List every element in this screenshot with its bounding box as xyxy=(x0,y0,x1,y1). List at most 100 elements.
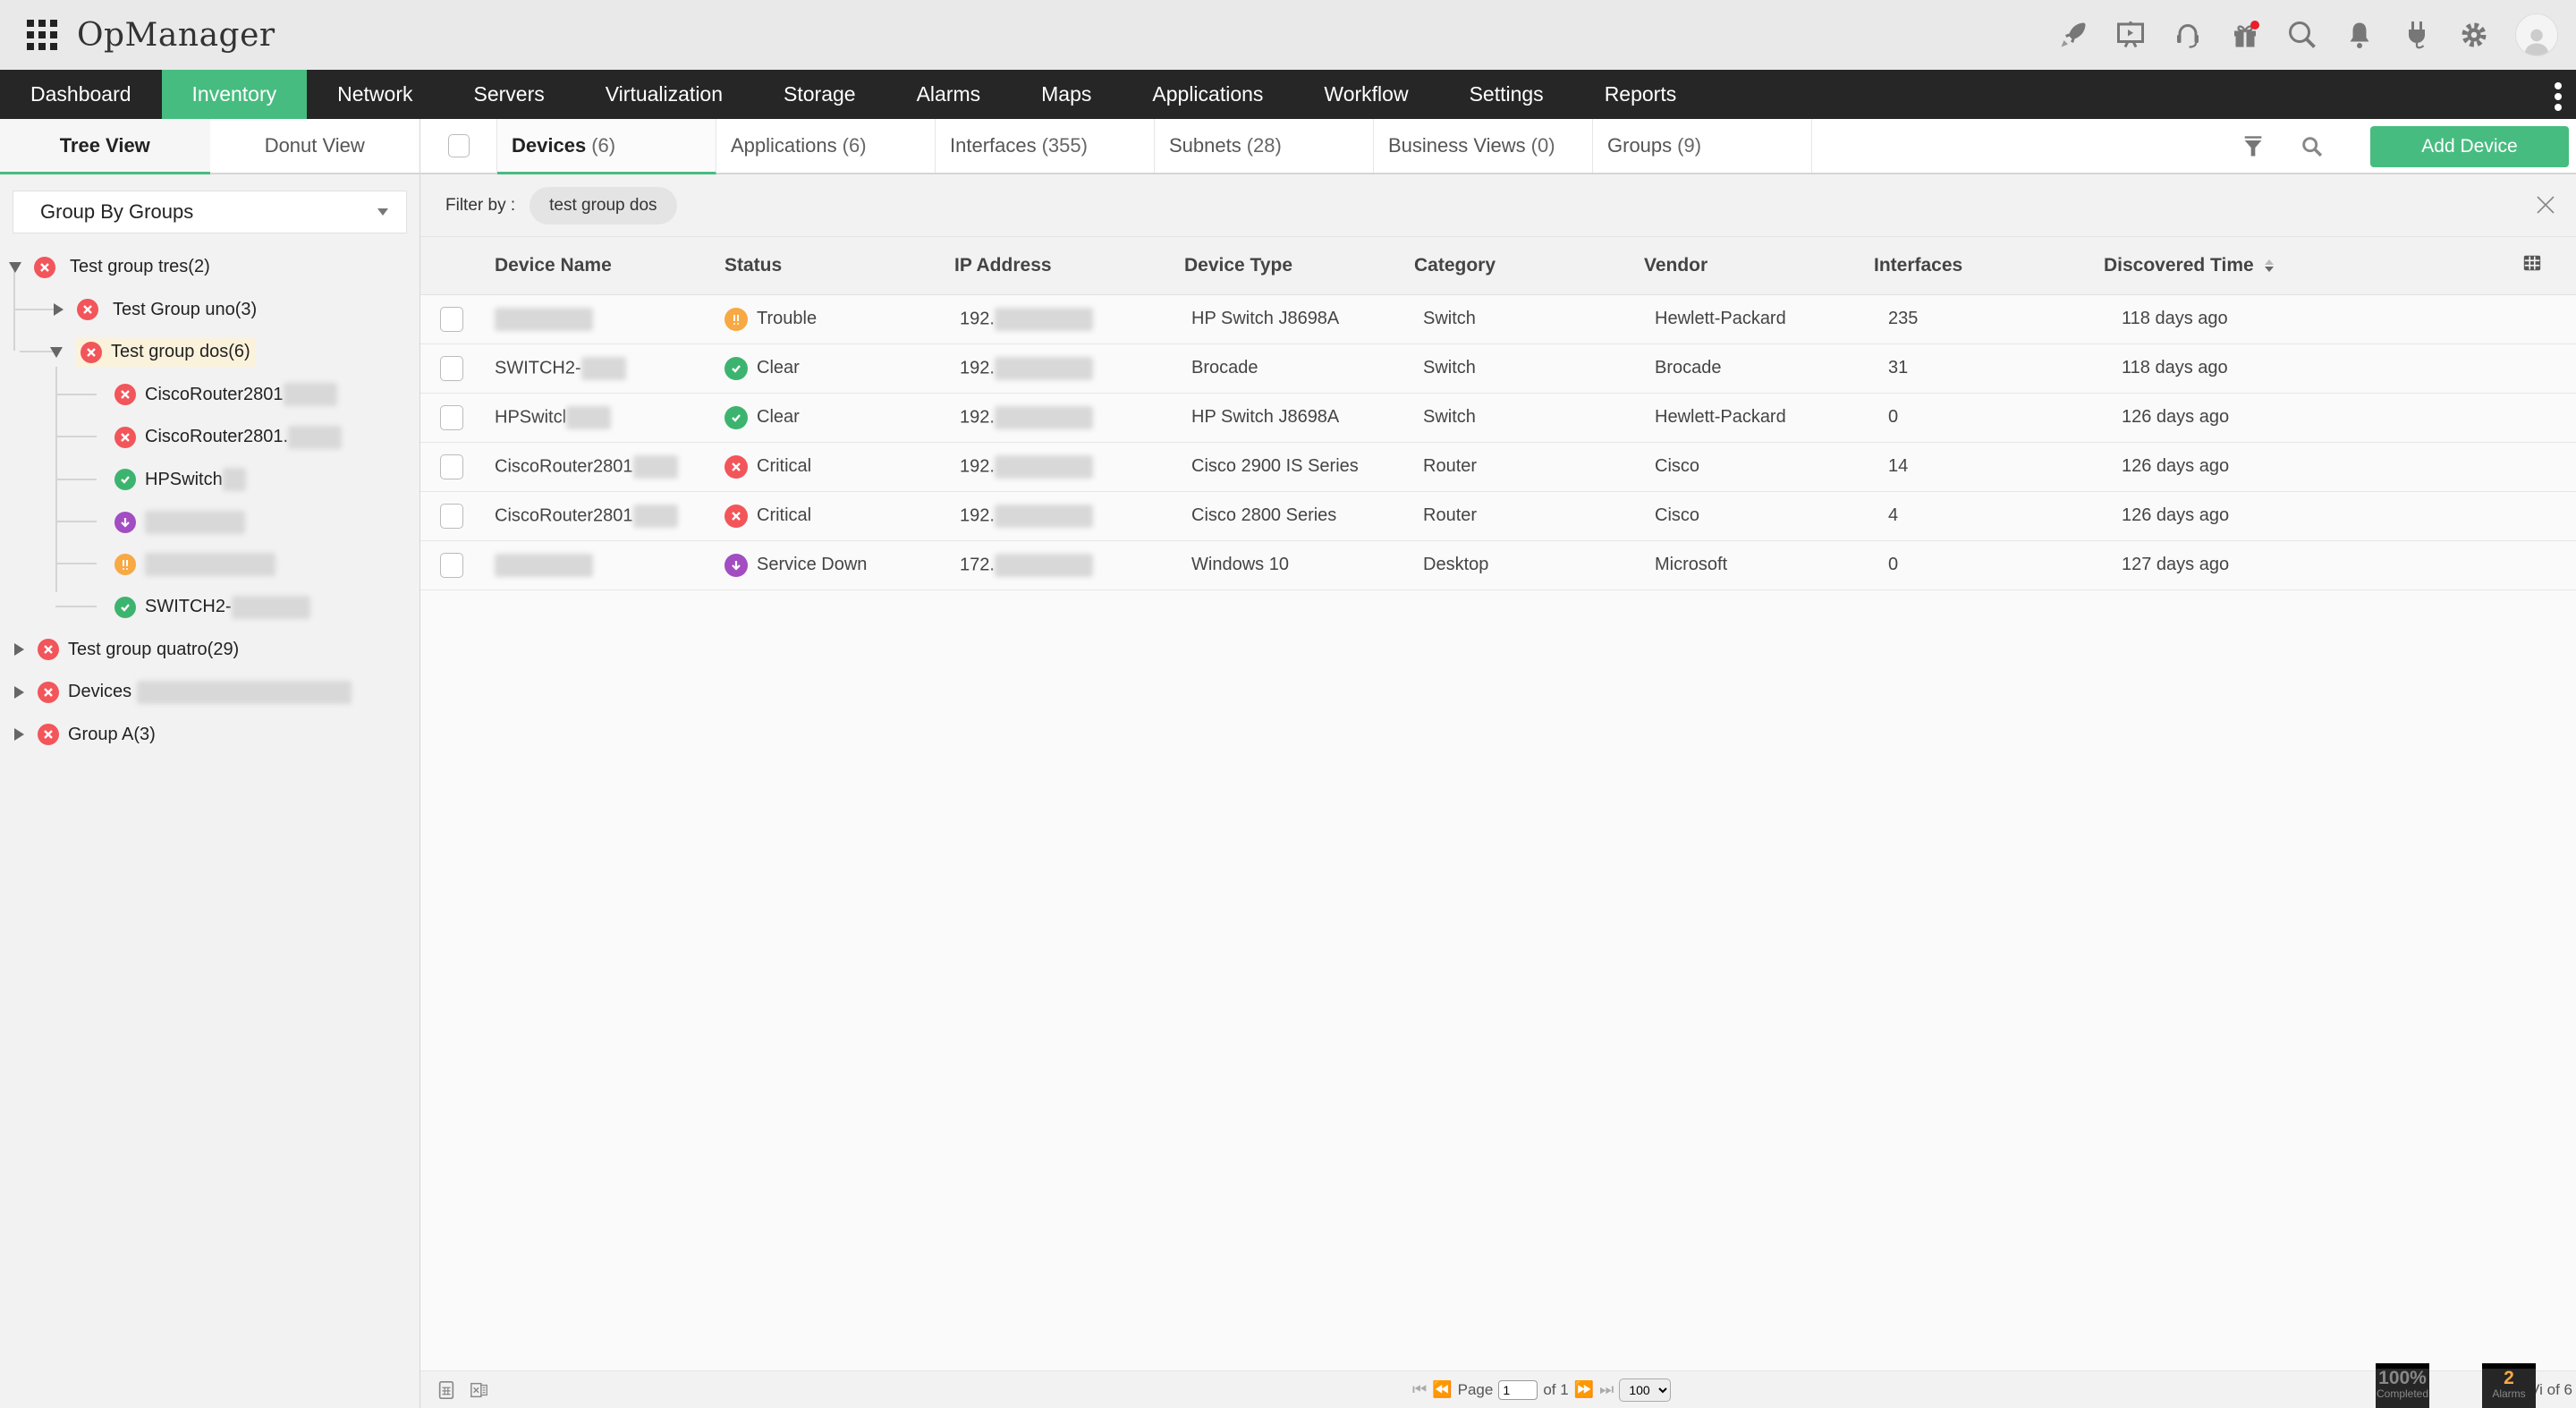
tree-node-label[interactable]: Test group quatro(29) xyxy=(68,636,244,664)
gear-icon[interactable] xyxy=(2458,19,2490,51)
row-checkbox[interactable] xyxy=(440,404,463,430)
last-page-icon[interactable]: ⏭ xyxy=(1599,1380,1614,1399)
nav-settings[interactable]: Settings xyxy=(1439,70,1574,119)
expand-toggle[interactable] xyxy=(9,261,21,274)
table-row[interactable]: SWITCH2- Clear 192. Brocade Switch Brocade 31 1… xyxy=(420,344,2576,393)
tree-leaf[interactable]: HPSwitch xyxy=(0,459,419,502)
tree-node-label[interactable]: Group A(3) xyxy=(68,721,161,749)
user-avatar[interactable] xyxy=(2515,13,2558,56)
col-device-name[interactable]: Device Name xyxy=(495,237,724,294)
device-name[interactable]: SWITCH2- xyxy=(495,358,581,377)
nav-network[interactable]: Network xyxy=(307,70,443,119)
row-checkbox[interactable] xyxy=(440,552,463,578)
device-name[interactable]: CiscoRouter2801 xyxy=(495,505,633,525)
nav-virtualization[interactable]: Virtualization xyxy=(575,70,753,119)
row-checkbox[interactable] xyxy=(440,503,463,529)
table-row[interactable]: Service Down 172. Windows 10 Desktop Microso… xyxy=(420,540,2576,589)
nav-servers[interactable]: Servers xyxy=(444,70,575,119)
tab-applications[interactable]: Applications (6) xyxy=(716,119,936,173)
next-page-icon[interactable]: ⏩ xyxy=(1574,1380,1594,1399)
tree-node-selected[interactable]: Test group dos(6) xyxy=(75,337,256,367)
bell-icon[interactable] xyxy=(2343,19,2376,51)
presentation-icon[interactable] xyxy=(2114,19,2147,51)
tree-leaf[interactable]: CiscoRouter2801. xyxy=(0,416,419,459)
col-status[interactable]: Status xyxy=(724,237,954,294)
nav-workflow[interactable]: Workflow xyxy=(1293,70,1438,119)
row-checkbox[interactable] xyxy=(440,306,463,332)
search-icon[interactable] xyxy=(2286,19,2318,51)
device-name[interactable]: CiscoRouter2801 xyxy=(495,456,633,476)
device-name[interactable]: HPSwitcl xyxy=(495,407,566,427)
nav-reports[interactable]: Reports xyxy=(1574,70,1707,119)
category-cell: Router xyxy=(1423,505,1478,525)
expand-toggle[interactable] xyxy=(13,728,25,742)
expand-toggle[interactable] xyxy=(50,346,63,359)
device-name-cell[interactable]: SWITCH2- xyxy=(495,344,724,393)
tree-node: Devices xyxy=(0,671,419,714)
tab-business-views[interactable]: Business Views (0) xyxy=(1374,119,1593,173)
csv-export-icon[interactable] xyxy=(436,1380,456,1400)
col-vendor[interactable]: Vendor xyxy=(1644,237,1874,294)
gift-icon[interactable] xyxy=(2229,19,2261,51)
tab-groups[interactable]: Groups (9) xyxy=(1593,119,1812,173)
tree-node-label[interactable]: Test Group uno(3) xyxy=(107,296,262,324)
prev-page-icon[interactable]: ⏪ xyxy=(1432,1380,1452,1399)
tree-node-label[interactable]: Test group tres(2) xyxy=(64,253,216,281)
headset-icon[interactable] xyxy=(2172,19,2204,51)
row-checkbox[interactable] xyxy=(440,355,463,381)
nav-storage[interactable]: Storage xyxy=(753,70,886,119)
tree-leaf[interactable] xyxy=(0,501,419,544)
col-category[interactable]: Category xyxy=(1414,237,1644,294)
nav-applications[interactable]: Applications xyxy=(1122,70,1293,119)
table-row[interactable]: HPSwitcl Clear 192. HP Switch J8698A Switch H… xyxy=(420,393,2576,442)
filter-chip[interactable]: test group dos xyxy=(530,186,677,225)
add-device-button[interactable]: Add Device xyxy=(2370,126,2569,167)
first-page-icon[interactable]: ⏮ xyxy=(1412,1380,1427,1399)
select-all-checkbox[interactable] xyxy=(447,134,470,157)
expand-toggle[interactable] xyxy=(13,643,25,657)
device-name-cell[interactable]: CiscoRouter2801 xyxy=(495,491,724,540)
device-name-cell[interactable] xyxy=(495,540,724,589)
search-icon[interactable] xyxy=(2299,133,2326,160)
tree-leaf[interactable] xyxy=(0,544,419,587)
table-row[interactable]: Trouble 192. HP Switch J8698A Switch Hewlett… xyxy=(420,294,2576,344)
tab-tree-view[interactable]: Tree View xyxy=(0,119,210,174)
expand-toggle[interactable] xyxy=(52,303,64,317)
device-name-cell[interactable]: CiscoRouter2801 xyxy=(495,442,724,491)
table-row[interactable]: CiscoRouter2801 Critical 192. Cisco 2900 IS… xyxy=(420,442,2576,491)
page-size-select[interactable]: 100 xyxy=(1619,1378,1672,1402)
nav-dashboard[interactable]: Dashboard xyxy=(0,70,162,119)
sort-icon[interactable] xyxy=(2264,259,2274,273)
excel-export-icon[interactable] xyxy=(469,1380,490,1400)
filter-icon[interactable] xyxy=(2240,133,2267,160)
tab-donut-view[interactable]: Donut View xyxy=(209,119,419,173)
row-checkbox[interactable] xyxy=(440,454,463,479)
col-device-type[interactable]: Device Type xyxy=(1184,237,1414,294)
col-discovered-time[interactable]: Discovered Time xyxy=(2104,237,2522,294)
col-interfaces[interactable]: Interfaces xyxy=(1874,237,2104,294)
device-name-cell[interactable] xyxy=(495,294,724,344)
nav-maps[interactable]: Maps xyxy=(1011,70,1122,119)
more-menu-icon[interactable] xyxy=(2555,82,2562,111)
plug-icon[interactable] xyxy=(2401,19,2433,51)
tree-leaf[interactable]: CiscoRouter2801 xyxy=(0,374,419,417)
expand-toggle[interactable] xyxy=(13,685,25,699)
tab-devices[interactable]: Devices (6) xyxy=(497,119,716,174)
column-chooser-icon[interactable] xyxy=(2522,253,2542,273)
device-name-cell[interactable]: HPSwitcl xyxy=(495,393,724,442)
tab-subnets[interactable]: Subnets (28) xyxy=(1155,119,1374,173)
col-ip-address[interactable]: IP Address xyxy=(954,237,1184,294)
completed-badge[interactable]: 100% Completed xyxy=(2376,1363,2429,1408)
apps-grid-icon[interactable] xyxy=(27,20,57,50)
nav-alarms[interactable]: Alarms xyxy=(886,70,1012,119)
close-icon[interactable] xyxy=(2535,194,2556,216)
table-row[interactable]: CiscoRouter2801 Critical 192. Cisco 2800 Se… xyxy=(420,491,2576,540)
tree-leaf[interactable]: SWITCH2- xyxy=(0,586,419,629)
group-by-select[interactable]: Group By Groups xyxy=(13,191,407,233)
tree-node-label[interactable]: Devices xyxy=(68,678,137,706)
rocket-icon[interactable] xyxy=(2057,19,2089,51)
page-input[interactable] xyxy=(1498,1379,1538,1400)
alarms-badge[interactable]: 2 Alarms xyxy=(2482,1363,2536,1408)
nav-inventory[interactable]: Inventory xyxy=(161,70,308,119)
tab-interfaces[interactable]: Interfaces (355) xyxy=(936,119,1155,173)
